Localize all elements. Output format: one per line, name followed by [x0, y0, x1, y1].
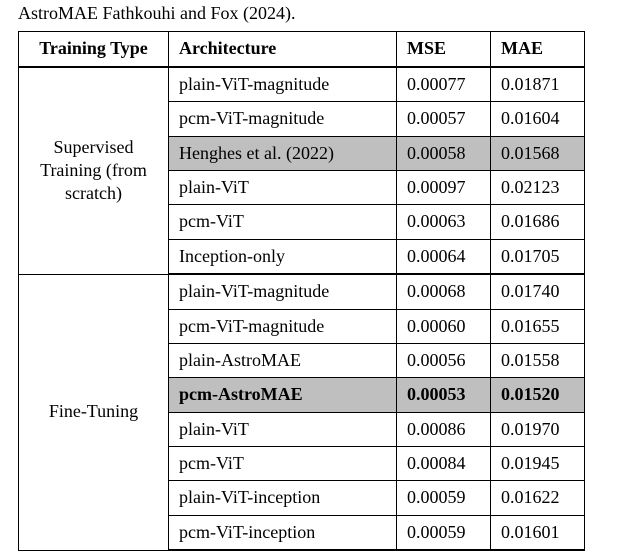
mse-cell: 0.00057: [397, 102, 491, 136]
mae-cell: 0.01740: [491, 274, 585, 309]
mse-cell: 0.00059: [397, 481, 491, 515]
architecture-cell: pcm-ViT: [169, 447, 397, 481]
architecture-cell: pcm-ViT-inception: [169, 515, 397, 550]
mae-cell: 0.01686: [491, 205, 585, 239]
mse-cell: 0.00068: [397, 274, 491, 309]
header-mae: MAE: [491, 32, 585, 67]
table-row: Supervised Training (from scratch)plain-…: [19, 67, 585, 102]
architecture-cell: pcm-AstroMAE: [169, 378, 397, 412]
architecture-cell: pcm-ViT-magnitude: [169, 309, 397, 343]
architecture-cell: plain-ViT-magnitude: [169, 274, 397, 309]
mse-cell: 0.00053: [397, 378, 491, 412]
mse-cell: 0.00056: [397, 343, 491, 377]
mae-cell: 0.01655: [491, 309, 585, 343]
mae-cell: 0.01601: [491, 515, 585, 550]
mse-cell: 0.00084: [397, 447, 491, 481]
architecture-cell: pcm-ViT: [169, 205, 397, 239]
mae-cell: 0.01568: [491, 136, 585, 170]
architecture-cell: Henghes et al. (2022): [169, 136, 397, 170]
mae-cell: 0.01520: [491, 378, 585, 412]
mse-cell: 0.00060: [397, 309, 491, 343]
architecture-cell: plain-ViT-inception: [169, 481, 397, 515]
mae-cell: 0.01622: [491, 481, 585, 515]
mse-cell: 0.00063: [397, 205, 491, 239]
mse-cell: 0.00077: [397, 67, 491, 102]
header-training-type: Training Type: [19, 32, 169, 67]
training-type-cell: Supervised Training (from scratch): [19, 67, 169, 274]
mae-cell: 0.01871: [491, 67, 585, 102]
mae-cell: 0.01970: [491, 412, 585, 446]
page-container: AstroMAE Fathkouhi and Fox (2024). Train…: [0, 0, 640, 518]
architecture-cell: plain-AstroMAE: [169, 343, 397, 377]
table-caption-fragment: AstroMAE Fathkouhi and Fox (2024).: [18, 0, 622, 31]
training-type-cell: Fine-Tuning: [19, 274, 169, 550]
mse-cell: 0.00097: [397, 170, 491, 204]
header-mse: MSE: [397, 32, 491, 67]
mse-cell: 0.00064: [397, 239, 491, 274]
mse-cell: 0.00059: [397, 515, 491, 550]
mae-cell: 0.01604: [491, 102, 585, 136]
architecture-cell: plain-ViT-magnitude: [169, 67, 397, 102]
mse-cell: 0.00086: [397, 412, 491, 446]
mae-cell: 0.01705: [491, 239, 585, 274]
header-architecture: Architecture: [169, 32, 397, 67]
mae-cell: 0.01558: [491, 343, 585, 377]
table-body: Supervised Training (from scratch)plain-…: [19, 67, 585, 550]
table-row: Fine-Tuningplain-ViT-magnitude0.000680.0…: [19, 274, 585, 309]
mae-cell: 0.01945: [491, 447, 585, 481]
architecture-cell: Inception-only: [169, 239, 397, 274]
mse-cell: 0.00058: [397, 136, 491, 170]
mae-cell: 0.02123: [491, 170, 585, 204]
table-header-row: Training Type Architecture MSE MAE: [19, 32, 585, 67]
results-table: Training Type Architecture MSE MAE Super…: [18, 31, 585, 551]
architecture-cell: pcm-ViT-magnitude: [169, 102, 397, 136]
architecture-cell: plain-ViT: [169, 412, 397, 446]
architecture-cell: plain-ViT: [169, 170, 397, 204]
